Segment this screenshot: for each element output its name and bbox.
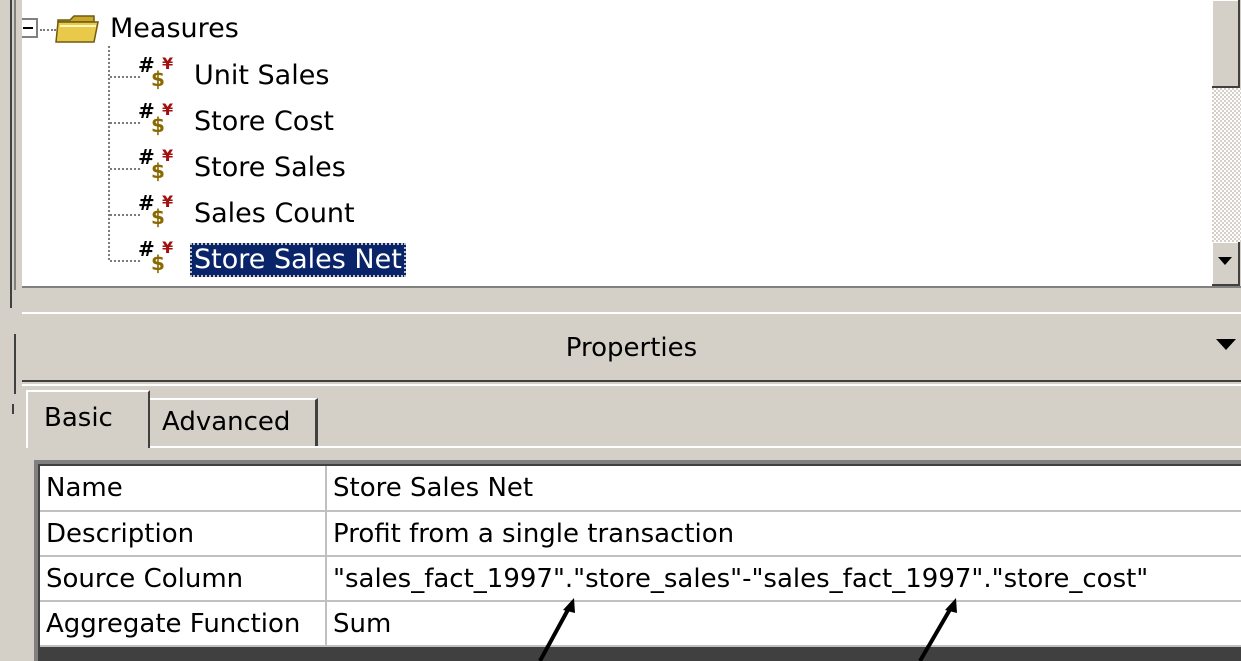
property-row-source-column[interactable]: Source Column "sales_fact_1997"."store_s… (40, 556, 1241, 602)
folder-icon (55, 15, 99, 43)
property-key: Description (40, 511, 327, 557)
tree-node-sales-count[interactable]: # $ ¥ Sales Count (22, 192, 422, 236)
property-row-description[interactable]: Description Profit from a single transac… (40, 511, 1241, 557)
tree-node-unit-sales[interactable]: # $ ¥ Unit Sales (22, 54, 422, 98)
measure-icon: # $ ¥ (138, 238, 173, 275)
svg-text:¥: ¥ (162, 238, 173, 257)
tree-label-store-cost: Store Cost (194, 106, 334, 137)
measures-tree[interactable]: Measures # $ ¥ Unit Sales # $ ¥ Store Co… (22, 0, 1212, 286)
property-row-name[interactable]: Name Store Sales Net (40, 466, 1241, 512)
tree-label-measures: Measures (110, 13, 239, 44)
properties-title: Properties (565, 333, 698, 363)
property-value-description[interactable]: Profit from a single transaction (326, 511, 1241, 557)
property-key: Aggregate Function (40, 601, 327, 647)
tab-strip-border (150, 446, 1241, 448)
tree-label-store-sales-net: Store Sales Net (190, 243, 406, 277)
property-value-source-column[interactable]: "sales_fact_1997"."store_sales"-"sales_f… (326, 556, 1241, 602)
tree-node-store-cost[interactable]: # $ ¥ Store Cost (22, 100, 422, 144)
svg-text:¥: ¥ (162, 100, 173, 119)
svg-text:¥: ¥ (162, 146, 173, 165)
scrollbar-track[interactable] (1212, 88, 1241, 242)
panel-border (10, 0, 12, 308)
measure-icon: # $ ¥ (138, 192, 173, 229)
tree-connector-line (110, 76, 140, 78)
tab-advanced[interactable]: Advanced (150, 398, 318, 446)
panel-border (14, 334, 16, 394)
property-key: Name (40, 466, 327, 512)
tree-node-measures[interactable]: Measures (22, 12, 422, 56)
tree-label-sales-count: Sales Count (194, 198, 355, 229)
panel-border (12, 404, 20, 414)
tree-label-unit-sales: Unit Sales (194, 60, 330, 91)
tab-basic[interactable]: Basic (26, 390, 150, 448)
divider (22, 286, 1241, 288)
svg-text:¥: ¥ (162, 54, 173, 73)
measure-icon: # $ ¥ (138, 54, 173, 91)
tree-label-store-sales: Store Sales (194, 152, 346, 183)
tree-node-store-sales-net[interactable]: # $ ¥ Store Sales Net (22, 238, 482, 282)
property-key: Source Column (40, 556, 327, 602)
svg-text:¥: ¥ (162, 192, 173, 211)
triangle-down-icon[interactable] (1216, 339, 1236, 350)
measure-icon: # $ ¥ (138, 146, 173, 183)
property-row-aggregate-function[interactable]: Aggregate Function Sum (40, 601, 1241, 647)
property-value-aggregate-function[interactable]: Sum (326, 601, 1241, 647)
properties-header[interactable]: Properties (22, 312, 1241, 382)
minus-box-icon[interactable] (22, 18, 40, 40)
divider (22, 384, 1241, 386)
measure-icon: # $ ¥ (138, 100, 173, 137)
tree-node-store-sales[interactable]: # $ ¥ Store Sales (22, 146, 422, 190)
tree-connector-line (110, 122, 140, 124)
tree-connector-line (110, 168, 140, 170)
scroll-down-arrow-icon (1218, 257, 1232, 265)
panel-border-inner (14, 0, 16, 290)
property-grid: Name Store Sales Net Description Profit … (40, 466, 1241, 647)
scrollbar-thumb[interactable] (1212, 0, 1240, 88)
tree-connector-line (110, 260, 140, 262)
property-value-name[interactable]: Store Sales Net (326, 466, 1241, 512)
tree-connector-line (110, 214, 140, 216)
